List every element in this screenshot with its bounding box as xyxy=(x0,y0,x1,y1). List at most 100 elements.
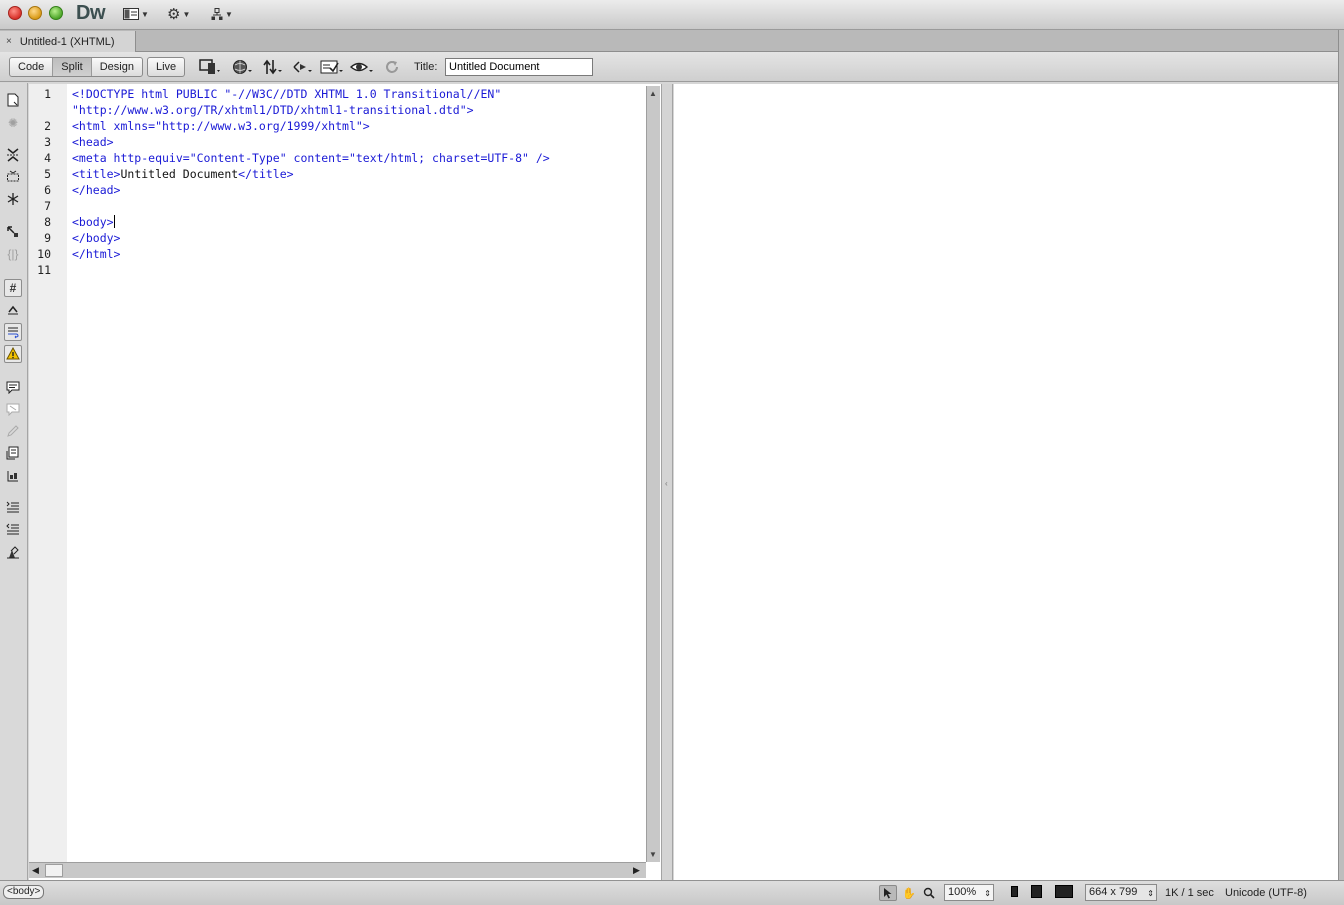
code-token: <title> xyxy=(72,167,121,181)
scroll-right-arrow-icon[interactable]: ▶ xyxy=(633,865,640,876)
balance-braces-button[interactable]: {|} xyxy=(4,245,22,263)
preview-browser-button[interactable] xyxy=(231,58,255,76)
syntax-error-alerts-toggle[interactable] xyxy=(4,345,22,363)
code-vertical-scrollbar[interactable]: ▲ ▼ xyxy=(646,86,660,862)
remove-comment-icon xyxy=(6,403,20,416)
status-bar: <body> ✋ 100% ⇕ 664 x 799 ⇕ 1K / 1 sec U… xyxy=(0,880,1344,905)
view-switcher: Code Split Design xyxy=(9,57,143,77)
code-line: "http://www.w3.org/TR/xhtml1/DTD/xhtml1-… xyxy=(72,103,474,117)
window-minimize-button[interactable] xyxy=(28,6,42,20)
code-token: <body> xyxy=(72,215,114,229)
line-number: 11 xyxy=(37,263,51,277)
close-tab-icon[interactable]: × xyxy=(6,36,12,47)
code-token: </title> xyxy=(238,167,294,181)
indent-icon xyxy=(6,501,19,513)
live-code-button[interactable] xyxy=(291,58,315,76)
visual-aids-button[interactable] xyxy=(350,58,374,76)
extensions-menu[interactable]: ⚙ ▼ xyxy=(167,6,191,23)
design-view-button[interactable]: Design xyxy=(92,58,142,76)
code-line: <head> xyxy=(72,135,114,149)
line-number: 2 xyxy=(44,119,51,133)
invalid-code-icon xyxy=(8,305,18,315)
tag-selector-body[interactable]: <body> xyxy=(3,885,45,899)
collapse-full-tag-button[interactable] xyxy=(4,146,22,164)
line-number: 10 xyxy=(37,247,51,261)
scroll-down-arrow-icon[interactable]: ▼ xyxy=(649,850,657,859)
window-size-value: 664 x 799 xyxy=(1089,886,1138,898)
code-view-button[interactable]: Code xyxy=(10,58,54,76)
collapse-tag-icon xyxy=(7,148,19,162)
layout-menu[interactable]: ▼ xyxy=(123,6,149,22)
scroll-thumb[interactable] xyxy=(45,864,63,877)
document-tab[interactable]: × Untitled-1 (XHTML) xyxy=(0,31,136,52)
check-page-button[interactable] xyxy=(320,58,344,76)
line-number: 3 xyxy=(44,135,51,149)
outdent-code-button[interactable] xyxy=(4,520,22,538)
refresh-design-button[interactable] xyxy=(380,58,404,76)
document-icon xyxy=(7,93,19,107)
line-number: 1 xyxy=(44,87,51,101)
tablet-size-icon[interactable] xyxy=(1031,885,1042,898)
line-number: 8 xyxy=(44,215,51,229)
outdent-icon xyxy=(6,523,19,535)
chevron-down-icon: ▼ xyxy=(182,9,191,19)
layout-icon xyxy=(123,8,139,20)
zoom-tool[interactable] xyxy=(920,885,938,901)
scroll-up-arrow-icon[interactable]: ▲ xyxy=(649,89,657,98)
wrap-tag-button[interactable] xyxy=(4,422,22,440)
encoding-label: Unicode (UTF-8) xyxy=(1225,887,1307,899)
line-numbers-toggle[interactable]: # xyxy=(4,279,22,297)
hand-tool[interactable]: ✋ xyxy=(900,885,918,901)
live-view-button[interactable]: Live xyxy=(148,58,184,76)
expand-all-button[interactable] xyxy=(4,190,22,208)
format-source-icon xyxy=(7,546,19,559)
window-zoom-button[interactable] xyxy=(49,6,63,20)
code-line: <body> xyxy=(72,215,115,229)
code-line: </head> xyxy=(72,183,121,197)
window-close-button[interactable] xyxy=(8,6,22,20)
document-title-input[interactable] xyxy=(445,58,593,76)
title-label: Title: xyxy=(414,61,438,73)
scroll-left-arrow-icon[interactable]: ◀ xyxy=(32,865,39,876)
magnifier-icon xyxy=(923,887,935,899)
updown-icon: ⇕ xyxy=(1147,889,1154,898)
select-parent-tag-button[interactable] xyxy=(4,223,22,241)
globe-icon xyxy=(233,60,252,74)
zoom-select[interactable]: 100% ⇕ xyxy=(944,884,994,901)
apply-comment-button[interactable] xyxy=(4,378,22,396)
line-number-gutter: 1 2 3 4 5 6 7 8 9 10 11 xyxy=(29,84,67,862)
comment-icon xyxy=(6,381,20,394)
word-wrap-toggle[interactable] xyxy=(4,323,22,341)
desktop-size-icon[interactable] xyxy=(1055,885,1073,898)
window-size-select[interactable]: 664 x 799 ⇕ xyxy=(1085,884,1157,901)
code-line: </html> xyxy=(72,247,121,261)
format-source-button[interactable] xyxy=(4,543,22,561)
remove-comment-button[interactable] xyxy=(4,400,22,418)
code-view[interactable]: 1 2 3 4 5 6 7 8 9 10 11 <!DOCTYPE html P… xyxy=(29,84,661,880)
split-view-divider[interactable]: ‹ xyxy=(661,84,673,880)
code-horizontal-scrollbar[interactable]: ◀ ▶ xyxy=(29,862,646,878)
show-code-navigator-button[interactable]: ✺ xyxy=(4,114,22,132)
mobile-size-icon[interactable] xyxy=(1011,886,1018,897)
file-management-button[interactable] xyxy=(261,58,285,76)
multiscreen-icon xyxy=(199,59,220,74)
check-page-icon xyxy=(320,60,343,74)
recent-snippets-button[interactable] xyxy=(4,444,22,462)
collapse-selection-button[interactable] xyxy=(4,168,22,186)
snippets-icon xyxy=(6,446,19,460)
open-documents-button[interactable] xyxy=(4,91,22,109)
move-css-button[interactable] xyxy=(4,467,22,485)
highlight-invalid-code-button[interactable] xyxy=(4,301,22,319)
indent-code-button[interactable] xyxy=(4,498,22,516)
download-size-time: 1K / 1 sec xyxy=(1165,887,1214,899)
select-tool[interactable] xyxy=(879,885,897,901)
chevron-down-icon: ▼ xyxy=(225,9,233,19)
braces-icon: {|} xyxy=(7,247,19,261)
site-menu[interactable]: ▼ xyxy=(211,6,233,22)
multiscreen-button[interactable] xyxy=(198,58,222,76)
design-view[interactable] xyxy=(674,84,1338,880)
split-view-button[interactable]: Split xyxy=(53,58,92,76)
pencil-icon xyxy=(7,425,19,437)
document-tab-bar: × Untitled-1 (XHTML) xyxy=(0,30,1344,52)
document-tab-label: Untitled-1 (XHTML) xyxy=(19,35,115,48)
